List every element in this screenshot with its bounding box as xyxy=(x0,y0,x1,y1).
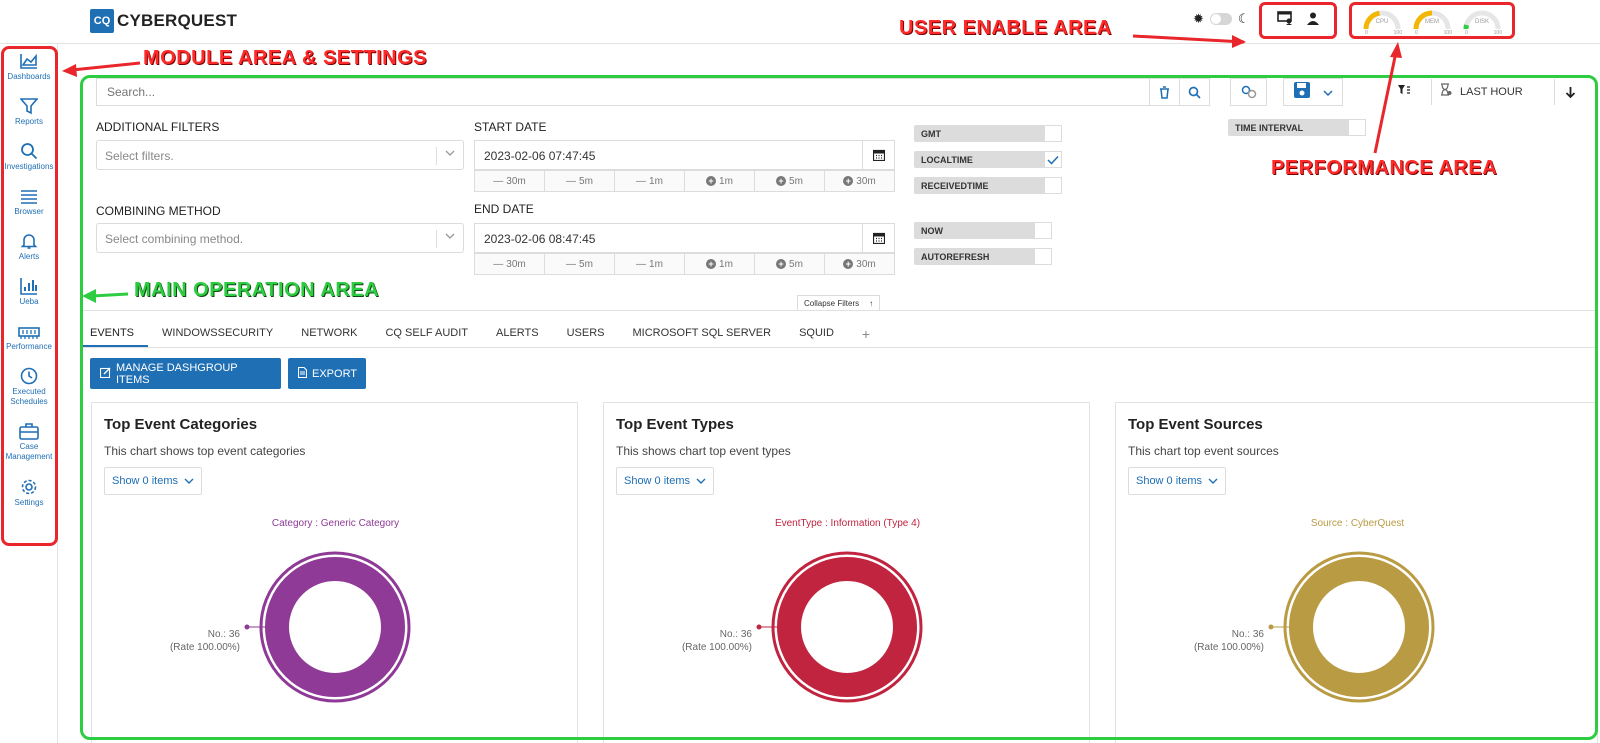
user-enable-area-annotation: USER ENABLE AREA xyxy=(899,17,1112,39)
sun-icon: ✹ xyxy=(1193,11,1204,26)
performance-area: CPU 0 100 MEM 0 100 DISK 0 100 xyxy=(1349,2,1515,39)
logo[interactable]: CQ CYBERQUEST xyxy=(90,9,237,33)
gauge-max: 100 xyxy=(1393,29,1402,36)
performance-area-annotation: PERFORMANCE AREA xyxy=(1271,157,1498,179)
gauge-fill xyxy=(1463,23,1469,29)
gauge-max: 100 xyxy=(1443,29,1452,36)
gauge-min: 0 xyxy=(1365,29,1368,36)
app-root: CQ CYBERQUEST ✹ ☾ CPU 0 100 MEM 0 100 DI… xyxy=(0,0,1600,743)
user-enable-area xyxy=(1259,2,1337,39)
logo-mark: CQ xyxy=(90,9,114,33)
gauge-label: DISK xyxy=(1474,18,1489,25)
gauge-label: CPU xyxy=(1375,18,1389,25)
main-operation-area-annotation: MAIN OPERATION AREA xyxy=(134,279,380,301)
gauge-label: MEM xyxy=(1425,18,1439,25)
gauge-max: 100 xyxy=(1493,29,1502,36)
theme-switcher[interactable]: ✹ ☾ xyxy=(1193,11,1250,27)
module-area-annotation: MODULE AREA & SETTINGS xyxy=(143,47,427,69)
disk-gauge: DISK 0 100 xyxy=(1462,7,1502,37)
logo-name: CYBERQUEST xyxy=(117,11,238,30)
gauge-min: 0 xyxy=(1465,29,1468,36)
user-icon[interactable] xyxy=(1307,12,1320,30)
monitor-user-icon[interactable] xyxy=(1276,11,1293,30)
moon-icon: ☾ xyxy=(1237,11,1250,26)
gauge-min: 0 xyxy=(1415,29,1418,36)
theme-toggle[interactable] xyxy=(1209,13,1232,25)
module-area-highlight xyxy=(1,46,58,546)
mem-gauge: MEM 0 100 xyxy=(1412,7,1452,37)
cpu-gauge: CPU 0 100 xyxy=(1362,7,1402,37)
